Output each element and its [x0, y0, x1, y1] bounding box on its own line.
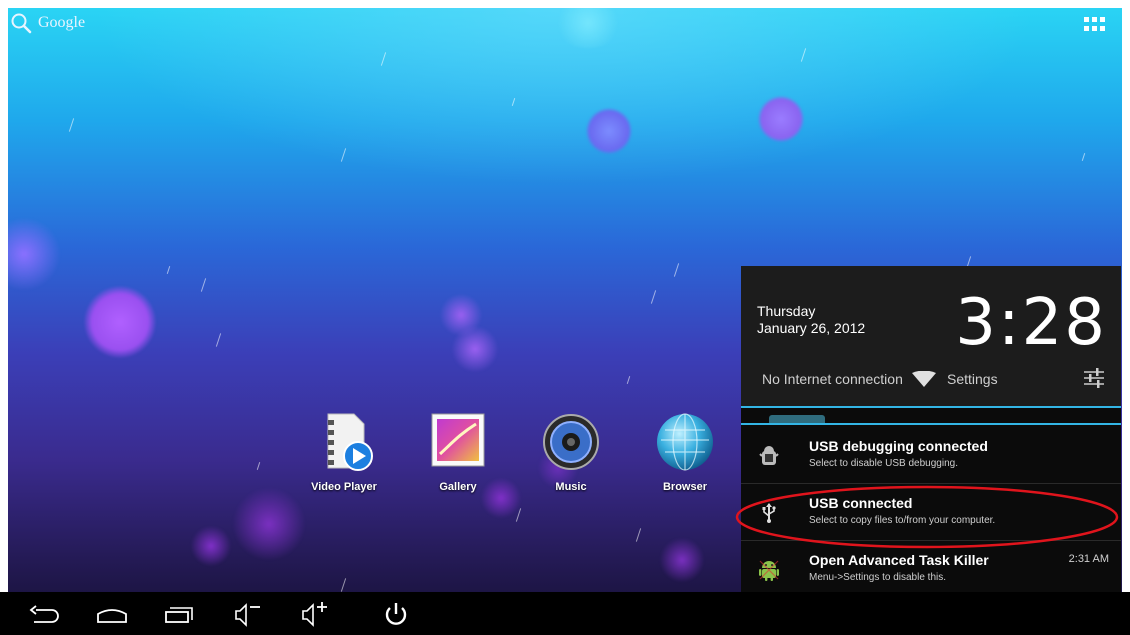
panel-handle[interactable]: [769, 415, 825, 423]
wallpaper-bokeh: [758, 96, 804, 142]
wallpaper-streak: [256, 462, 261, 470]
recent-apps-icon: [165, 607, 193, 623]
wallpaper-streak: [635, 528, 642, 542]
notification-panel: Thursday January 26, 2012 3:28 No Intern…: [741, 266, 1121, 600]
app-label: Music: [555, 481, 587, 493]
home-button[interactable]: [94, 600, 130, 628]
home-icon: [97, 609, 127, 623]
volume-up-button[interactable]: [295, 600, 331, 628]
notification-usb-debugging[interactable]: USB debugging connected Select to disabl…: [741, 427, 1121, 483]
wallpaper-streak: [166, 266, 171, 274]
volume-up-icon: [302, 602, 327, 627]
notification-text: Select to copy files to/from your comput…: [809, 515, 996, 526]
volume-down-icon: [235, 603, 260, 627]
recent-apps-button[interactable]: [162, 600, 198, 628]
settings-link[interactable]: Settings: [947, 371, 998, 387]
wallpaper-bokeh: [233, 488, 305, 560]
android-robot-icon: [759, 560, 779, 581]
notification-title: USB debugging connected: [809, 438, 988, 454]
app-label: Browser: [662, 481, 708, 493]
quick-settings-icon[interactable]: [1083, 366, 1105, 390]
wallpaper-streak: [200, 278, 207, 292]
wallpaper-bokeh: [553, 8, 623, 48]
app-label: Gallery: [439, 481, 477, 493]
app-music[interactable]: Music: [526, 412, 616, 493]
wallpaper-bokeh: [8, 218, 60, 290]
wallpaper-bokeh: [452, 326, 498, 372]
wallpaper-bokeh: [586, 108, 632, 154]
wallpaper-streak: [215, 333, 222, 347]
clock: 3:28: [955, 286, 1107, 360]
notification-title: USB connected: [809, 495, 913, 511]
notification-task-killer[interactable]: Open Advanced Task Killer Menu->Settings…: [741, 541, 1121, 597]
browser-icon: [657, 413, 713, 471]
apps-grid-icon[interactable]: [1084, 17, 1106, 33]
back-icon: [29, 605, 59, 623]
app-gallery[interactable]: Gallery: [413, 412, 503, 493]
music-icon: [543, 414, 599, 470]
usb-icon: [762, 503, 776, 523]
wallpaper-streak: [68, 118, 75, 132]
wallpaper-streak: [340, 148, 347, 162]
wifi-icon: [911, 371, 936, 387]
app-video-player[interactable]: Video Player: [299, 412, 389, 493]
notification-time: 2:31 AM: [1068, 553, 1109, 565]
wallpaper-bokeh: [84, 286, 156, 358]
divider: [741, 406, 1121, 408]
wallpaper-streak: [800, 48, 807, 62]
day-label: Thursday: [757, 303, 816, 319]
wallpaper-streak: [673, 263, 680, 277]
app-browser[interactable]: Browser: [640, 412, 730, 493]
wallpaper-streak: [511, 98, 516, 106]
wallpaper-bokeh: [191, 526, 231, 566]
google-search-label: Google: [38, 14, 86, 31]
android-debug-icon: [759, 446, 779, 465]
wallpaper-streak: [626, 376, 631, 384]
wallpaper-bokeh: [660, 538, 704, 582]
notification-title: Open Advanced Task Killer: [809, 552, 989, 568]
google-search-button[interactable]: Google: [10, 12, 85, 34]
wallpaper-streak: [340, 578, 347, 592]
gallery-icon: [431, 413, 485, 467]
divider: [741, 423, 1121, 425]
volume-down-button[interactable]: [228, 600, 264, 628]
notification-panel-header: Thursday January 26, 2012 3:28 No Intern…: [741, 266, 1121, 406]
notification-text: Menu->Settings to disable this.: [809, 572, 947, 583]
notification-usb-connected[interactable]: USB connected Select to copy files to/fr…: [741, 484, 1121, 540]
back-button[interactable]: [26, 600, 62, 628]
wallpaper-streak: [1081, 153, 1086, 161]
app-label: Video Player: [311, 481, 377, 493]
power-button[interactable]: [378, 600, 414, 628]
search-icon: [11, 13, 32, 34]
network-status-label: No Internet connection: [762, 371, 903, 387]
wallpaper-streak: [380, 52, 387, 66]
power-icon: [385, 603, 407, 625]
video-player-icon: [327, 413, 373, 471]
wallpaper-streak: [650, 290, 657, 304]
notification-text: Select to disable USB debugging.: [809, 458, 958, 469]
navigation-bar: [0, 592, 1130, 635]
date-label: January 26, 2012: [757, 320, 866, 336]
network-status: No Internet connection: [762, 371, 937, 387]
